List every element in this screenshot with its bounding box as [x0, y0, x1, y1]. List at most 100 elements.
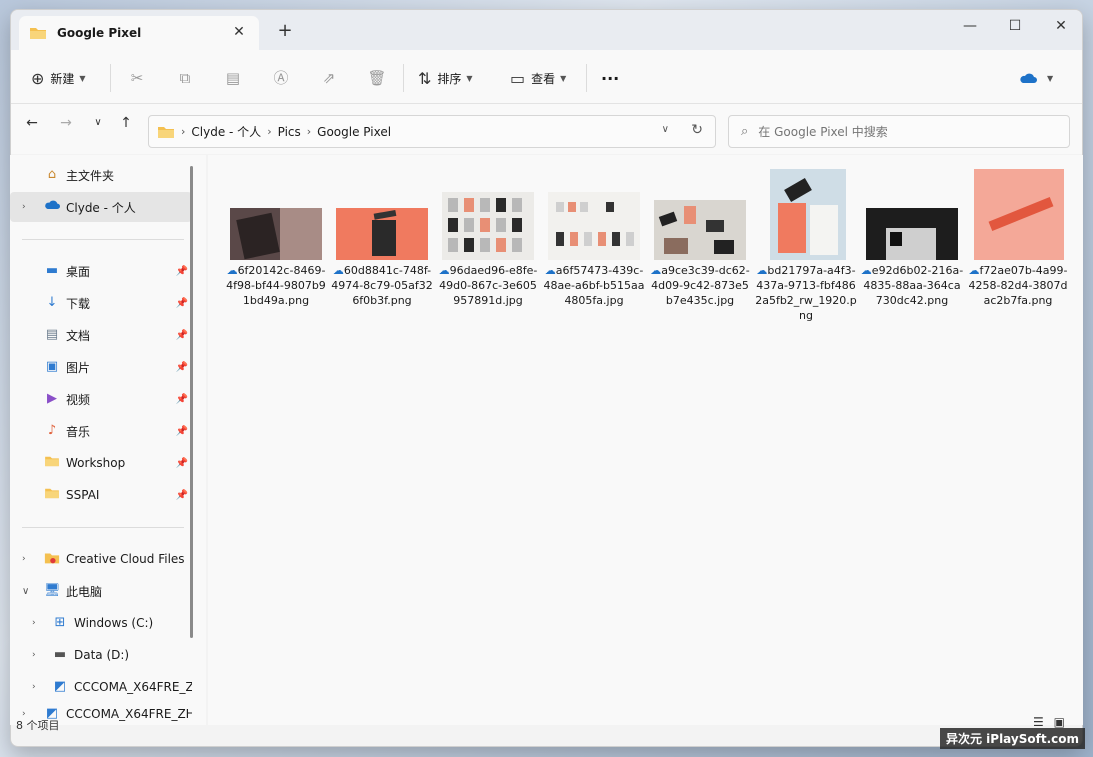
thumbnail-view-icon[interactable]: ▣ — [1054, 715, 1065, 729]
breadcrumb-clyde[interactable]: Clyde - 个人 — [191, 123, 261, 140]
up-arrow-icon[interactable]: ↑ — [116, 113, 136, 133]
sidebar-item-label: 文档 — [66, 328, 91, 343]
creative-cloud-icon — [44, 551, 60, 567]
file-item[interactable]: ☁96daed96-e8fe-49d0-867c-3e605957891d.jp… — [436, 165, 540, 325]
command-bar: ⊕ 新建 ▼ ✂ ⧉ ▤ Ⓐ ⇗ 🗑 ⇅ 排序 ▼ ▭ 查看 ▼ ··· ▼ — [11, 50, 1082, 104]
sidebar-item-videos[interactable]: ▶ 视频 📌 — [10, 384, 192, 414]
cut-icon[interactable]: ✂ — [126, 67, 148, 89]
chevron-down-icon: ▼ — [1047, 73, 1054, 83]
address-history-chevron-icon[interactable]: ∨ — [662, 124, 669, 135]
tab-close-icon[interactable]: ✕ — [231, 24, 247, 40]
file-name: ☁bd21797a-a4f3-437a-9713-fbf4862a5fb2_rw… — [755, 264, 857, 322]
file-name: ☁60d8841c-748f-4974-8c79-05af326f0b3f.pn… — [331, 264, 433, 307]
breadcrumb-google-pixel[interactable]: Google Pixel — [317, 125, 391, 139]
new-tab-button[interactable]: + — [275, 22, 295, 40]
tab-title: Google Pixel — [57, 26, 142, 40]
details-view-icon[interactable]: ☰ — [1033, 715, 1044, 729]
pin-icon[interactable]: 📌 — [176, 458, 188, 469]
copy-icon[interactable]: ⧉ — [174, 67, 196, 89]
sidebar-item-label: CCCOMA_X64FRE_ZH-C — [66, 707, 192, 721]
file-item[interactable]: ☁a6f57473-439c-48ae-a6bf-b515aa4805fa.jp… — [542, 165, 646, 325]
video-icon: ▶ — [47, 391, 57, 406]
sidebar-item-creative-cloud[interactable]: › Creative Cloud Files — [10, 544, 192, 574]
search-box[interactable]: ⌕ — [728, 115, 1070, 148]
file-item[interactable]: ☁f72ae07b-4a99-4258-82d4-3807dac2b7fa.pn… — [966, 165, 1070, 325]
maximize-button[interactable]: ☐ — [1001, 16, 1029, 36]
file-item[interactable]: ☁bd21797a-a4f3-437a-9713-fbf4862a5fb2_rw… — [754, 165, 858, 325]
minimize-button[interactable]: — — [956, 16, 984, 36]
sidebar-item-music[interactable]: ♪ 音乐 📌 — [10, 416, 192, 446]
recent-dropdown-icon[interactable]: ∨ — [88, 113, 108, 133]
thumbnail-image — [442, 192, 534, 260]
thumbnail-image — [230, 208, 322, 260]
sidebar-item-desktop[interactable]: ▬ 桌面 📌 — [10, 256, 192, 286]
more-options-button[interactable]: ··· — [601, 65, 619, 91]
chevron-right-icon[interactable]: › — [22, 202, 26, 212]
share-icon[interactable]: ⇗ — [318, 67, 340, 89]
sidebar-item-sspai[interactable]: SSPAI 📌 — [10, 480, 192, 510]
pin-icon[interactable]: 📌 — [176, 362, 188, 373]
paste-icon[interactable]: ▤ — [222, 67, 244, 89]
onedrive-status-button[interactable]: ▼ — [1019, 65, 1053, 91]
file-item[interactable]: ☁60d8841c-748f-4974-8c79-05af326f0b3f.pn… — [330, 165, 434, 325]
sidebar-item-disc-1[interactable]: › ◩ CCCOMA_X64FRE_ZH- — [10, 672, 192, 702]
new-button[interactable]: ⊕ 新建 ▼ — [31, 65, 86, 91]
sidebar-item-label: 主文件夹 — [66, 168, 115, 183]
plus-circle-icon: ⊕ — [31, 68, 45, 88]
view-icon: ▭ — [510, 68, 526, 88]
sidebar-item-home[interactable]: ⌂ 主文件夹 — [10, 160, 192, 190]
sidebar-item-downloads[interactable]: ↓ 下载 📌 — [10, 288, 192, 318]
delete-icon[interactable]: 🗑 — [366, 67, 388, 89]
chevron-right-icon[interactable]: › — [32, 618, 36, 628]
sidebar-item-label: 此电脑 — [66, 584, 103, 599]
chevron-down-icon[interactable]: ∨ — [22, 586, 29, 597]
forward-arrow-icon[interactable]: → — [56, 113, 76, 133]
file-item[interactable]: ☁a9ce3c39-dc62-4d09-9c42-873e5b7e435c.jp… — [648, 165, 752, 325]
cloud-status-icon: ☁ — [332, 264, 344, 277]
search-input[interactable] — [758, 124, 1049, 139]
sidebar-item-label: 图片 — [66, 360, 91, 375]
thumbnail-image — [336, 208, 428, 260]
chevron-right-icon[interactable]: › — [32, 650, 36, 660]
cloud-status-icon: ☁ — [650, 264, 662, 277]
sidebar-item-workshop[interactable]: Workshop 📌 — [10, 448, 192, 478]
sidebar-item-drive-d[interactable]: › ▬ Data (D:) — [10, 640, 192, 670]
separator — [403, 64, 404, 92]
pin-icon[interactable]: 📌 — [176, 330, 188, 341]
file-list-area: ☁6f20142c-8469-4f98-bf44-9807b91bd49a.pn… — [208, 155, 1083, 725]
sidebar-item-pictures[interactable]: ▣ 图片 📌 — [10, 352, 192, 382]
sidebar-item-label: Clyde - 个人 — [66, 200, 136, 215]
sidebar-item-label: SSPAI — [66, 488, 100, 502]
address-bar[interactable]: › Clyde - 个人 › Pics › Google Pixel ∨ ↻ — [148, 115, 716, 148]
sidebar-item-this-pc[interactable]: ∨ 🖥 此电脑 — [10, 576, 192, 606]
sort-icon: ⇅ — [418, 68, 432, 88]
chevron-right-icon[interactable]: › — [22, 554, 26, 564]
pin-icon[interactable]: 📌 — [176, 298, 188, 309]
sidebar-scrollbar[interactable] — [190, 166, 193, 638]
pictures-icon: ▣ — [45, 359, 59, 374]
file-item[interactable]: ☁6f20142c-8469-4f98-bf44-9807b91bd49a.pn… — [224, 165, 328, 325]
pin-icon[interactable]: 📌 — [176, 266, 188, 277]
sort-button[interactable]: ⇅ 排序 ▼ — [418, 65, 473, 91]
pin-icon[interactable]: 📌 — [176, 490, 188, 501]
file-name: ☁6f20142c-8469-4f98-bf44-9807b91bd49a.pn… — [226, 264, 326, 307]
sidebar-item-documents[interactable]: ▤ 文档 📌 — [10, 320, 192, 350]
sidebar-item-label: Windows (C:) — [74, 616, 154, 630]
computer-icon: 🖥 — [44, 583, 61, 598]
refresh-icon[interactable]: ↻ — [691, 122, 703, 138]
close-window-button[interactable]: ✕ — [1047, 16, 1075, 36]
chevron-right-icon[interactable]: › — [32, 682, 36, 692]
back-arrow-icon[interactable]: ← — [22, 113, 42, 133]
pin-icon[interactable]: 📌 — [176, 394, 188, 405]
rename-icon[interactable]: Ⓐ — [270, 67, 292, 89]
sidebar-item-drive-c[interactable]: › ⊞ Windows (C:) — [10, 608, 192, 638]
file-item[interactable]: ☁e92d6b02-216a-4835-88aa-364ca730dc42.pn… — [860, 165, 964, 325]
chevron-down-icon: ▼ — [79, 73, 86, 83]
breadcrumb-pics[interactable]: Pics — [278, 125, 301, 139]
divider — [22, 239, 184, 240]
view-button[interactable]: ▭ 查看 ▼ — [510, 65, 566, 91]
sidebar-item-onedrive[interactable]: › Clyde - 个人 — [10, 192, 192, 222]
pin-icon[interactable]: 📌 — [176, 426, 188, 437]
layout-toggle[interactable]: ☰ ▣ — [1033, 715, 1065, 729]
tab-google-pixel[interactable]: Google Pixel ✕ — [19, 16, 259, 50]
